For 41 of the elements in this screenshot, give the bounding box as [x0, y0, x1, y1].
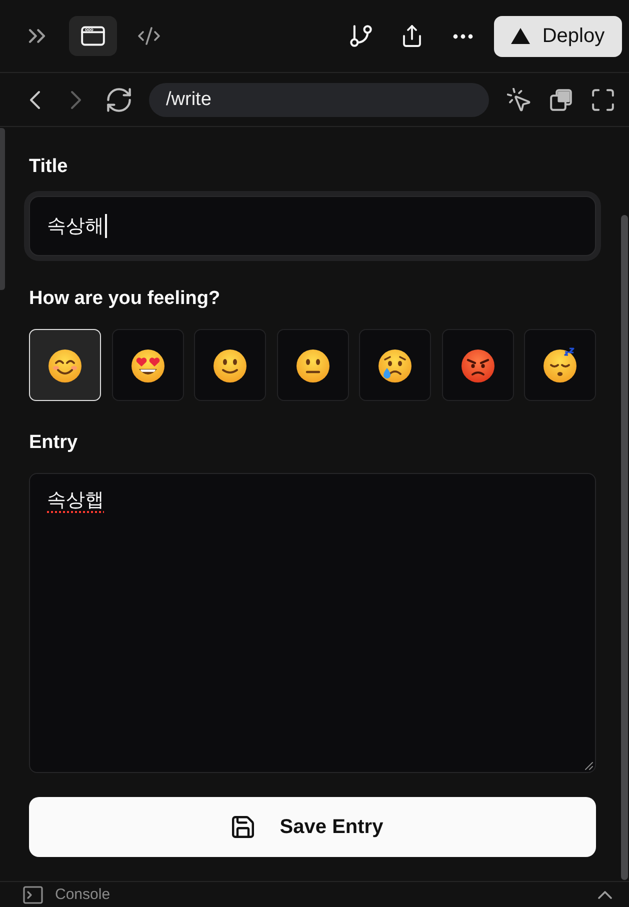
mood-button[interactable]	[194, 329, 266, 401]
heart-eyes-face-icon	[130, 347, 166, 383]
mood-button[interactable]	[359, 329, 431, 401]
title-label: Title	[29, 155, 69, 179]
preview-tab[interactable]	[69, 16, 117, 56]
chevron-right-icon	[70, 90, 82, 110]
url-field[interactable]: /write	[149, 82, 489, 116]
overlapping-squares-icon	[550, 88, 572, 110]
neutral-face-icon	[294, 347, 330, 383]
deploy-button[interactable]: Deploy	[494, 16, 622, 56]
chevron-left-icon	[29, 90, 41, 110]
fullscreen-icon	[592, 88, 614, 110]
terminal-icon	[23, 886, 43, 904]
git-branch-icon	[350, 24, 372, 48]
entry-text-field[interactable]: 속상햅	[29, 473, 596, 773]
refresh-icon	[107, 88, 131, 112]
mood-button[interactable]	[276, 329, 348, 401]
console-bar[interactable]: Console	[0, 881, 629, 907]
crying-face-icon	[377, 347, 413, 383]
mood-button[interactable]	[442, 329, 514, 401]
triangle-icon	[511, 28, 530, 44]
slight-smile-face-icon	[212, 347, 248, 383]
upload-icon	[401, 25, 423, 47]
pointer-click-icon	[507, 88, 531, 112]
browser-window-icon	[81, 26, 105, 46]
console-label: Console	[55, 886, 110, 903]
scrollbar-thumb[interactable]	[621, 215, 628, 880]
resize-grip-icon[interactable]	[585, 762, 593, 770]
code-icon	[137, 27, 161, 45]
scrollbar-thumb[interactable]	[0, 128, 5, 290]
sleeping-face-icon	[542, 347, 578, 383]
chevrons-right-icon	[28, 29, 46, 43]
mood-button[interactable]	[524, 329, 596, 401]
angry-face-icon	[460, 347, 496, 383]
more-icon	[453, 34, 473, 38]
mood-label: How are you feeling?	[29, 287, 222, 311]
mood-button[interactable]	[112, 329, 184, 401]
chevron-up-icon[interactable]	[598, 890, 612, 898]
smiling-face-icon	[47, 347, 83, 383]
entry-label: Entry	[29, 431, 79, 455]
save-entry-button[interactable]: Save Entry	[29, 797, 596, 857]
